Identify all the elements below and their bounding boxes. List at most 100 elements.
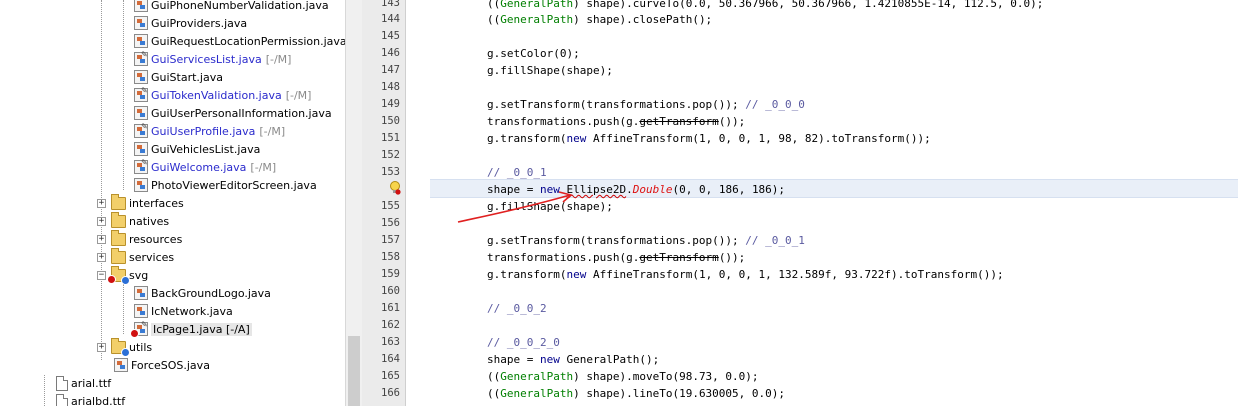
line-number: 163	[381, 336, 400, 348]
tree-item-file[interactable]: PhotoViewerEditorScreen.java	[134, 176, 317, 194]
java-file-modified-icon: ✎	[134, 122, 148, 138]
code-line: g.transform(new AffineTransform(1, 0, 0,…	[487, 268, 1004, 281]
folder-icon	[111, 247, 126, 264]
expand-icon[interactable]: +	[97, 216, 106, 226]
line-number: 165	[381, 370, 400, 382]
tree-item-file-modified[interactable]: ✎ GuiWelcome.java [-/M]	[134, 158, 276, 176]
tree-scrollbar[interactable]	[345, 0, 363, 406]
tree-item-file[interactable]: GuiStart.java	[134, 68, 223, 86]
file-icon	[56, 375, 68, 391]
vcs-status: [-/A]	[225, 322, 250, 336]
tree-item-file-modified[interactable]: ✎ GuiServicesList.java [-/M]	[134, 50, 291, 68]
line-number: 166	[381, 387, 400, 399]
java-file-icon	[134, 178, 148, 192]
tree-item-file[interactable]: GuiProviders.java	[134, 14, 247, 32]
expand-icon[interactable]: +	[97, 234, 106, 244]
folder-icon	[111, 211, 126, 228]
line-number: 150	[381, 115, 400, 127]
java-file-modified-icon: ✎	[134, 86, 148, 102]
code-line: ((GeneralPath) shape).moveTo(98.73, 0.0)…	[487, 370, 759, 383]
annotation-arrow-icon	[457, 191, 573, 223]
expand-icon[interactable]: +	[97, 342, 106, 352]
tree-item-file-selected[interactable]: ✎ IcPage1.java [-/A]	[130, 320, 252, 338]
tree-item-file-modified[interactable]: ✎ GuiTokenValidation.java [-/M]	[134, 86, 311, 104]
vcs-status: [-/M]	[259, 124, 286, 138]
java-file-icon	[134, 304, 148, 318]
java-file-icon	[134, 286, 148, 300]
code-line: g.transform(new AffineTransform(1, 0, 0,…	[487, 132, 931, 145]
tree-guide-line	[123, 284, 124, 334]
code-line: // _0_0_2	[487, 302, 547, 315]
tree-item-resource-file[interactable]: arial.ttf	[56, 374, 111, 392]
line-number: 146	[381, 47, 400, 59]
line-number: 161	[381, 302, 400, 314]
tree-item-file[interactable]: GuiRequestLocationPermission.java	[134, 32, 345, 50]
line-number: 153	[381, 166, 400, 178]
code-line: transformations.push(g.getTransform());	[487, 251, 746, 264]
tree-item-file[interactable]: BackGroundLogo.java	[134, 284, 271, 302]
line-number: 157	[381, 234, 400, 246]
folder-error-icon	[107, 265, 130, 285]
line-number: 159	[381, 268, 400, 280]
code-line: ((GeneralPath) shape).lineTo(19.630005, …	[487, 387, 786, 400]
tree-item-file[interactable]: GuiVehiclesList.java	[134, 140, 260, 158]
java-file-icon	[134, 70, 148, 84]
tree-scrollbar-thumb[interactable]	[348, 336, 360, 406]
java-file-icon	[114, 358, 128, 372]
java-file-icon	[134, 106, 148, 120]
tree-folder-resources[interactable]: + resources	[97, 229, 182, 248]
code-line: shape = new GeneralPath();	[487, 353, 660, 366]
line-number: 152	[381, 149, 400, 161]
vcs-status: [-/M]	[265, 52, 292, 66]
tree-item-file[interactable]: GuiPhoneNumberValidation.java	[134, 0, 329, 14]
code-line: g.setTransform(transformations.pop()); /…	[487, 98, 805, 111]
tree-folder-utils[interactable]: + utils	[97, 337, 152, 357]
error-hint-bulb-icon[interactable]	[389, 181, 401, 195]
java-file-modified-icon: ✎	[134, 158, 148, 174]
line-number: 160	[381, 285, 400, 297]
tree-guide-line	[44, 375, 45, 406]
java-file-icon	[134, 34, 148, 48]
tree-guide-line	[123, 0, 124, 190]
line-number: 144	[381, 13, 400, 25]
java-file-modified-icon: ✎	[134, 50, 148, 66]
line-number: 147	[381, 64, 400, 76]
line-number: 156	[381, 217, 400, 229]
collapse-icon[interactable]: −	[97, 270, 106, 280]
tree-folder-natives[interactable]: + natives	[97, 211, 169, 230]
code-line: g.fillShape(shape);	[487, 64, 613, 77]
tree-item-file[interactable]: GuiUserPersonalInformation.java	[134, 104, 332, 122]
tree-folder-svg[interactable]: − svg	[97, 265, 148, 285]
line-number: 155	[381, 200, 400, 212]
code-line: g.setTransform(transformations.pop()); /…	[487, 234, 805, 247]
tree-item-file[interactable]: IcNetwork.java	[134, 302, 233, 320]
file-icon	[56, 393, 68, 406]
expand-icon[interactable]: +	[97, 198, 106, 208]
tree-item-resource-file[interactable]: arialbd.ttf	[56, 392, 125, 406]
folder-icon	[111, 193, 126, 210]
java-file-icon	[134, 16, 148, 30]
tree-folder-interfaces[interactable]: + interfaces	[97, 193, 184, 212]
line-number: 145	[381, 30, 400, 42]
vcs-status: [-/M]	[250, 160, 277, 174]
project-tree[interactable]: GuiPhoneNumberValidation.java GuiProvide…	[0, 0, 345, 406]
java-file-error-icon: ✎	[130, 320, 148, 338]
line-number: 151	[381, 132, 400, 144]
tree-item-file[interactable]: ForceSOS.java	[114, 356, 210, 374]
vcs-status: [-/M]	[285, 88, 312, 102]
tree-guide-line	[101, 0, 102, 360]
java-file-icon	[134, 142, 148, 156]
line-number: 164	[381, 353, 400, 365]
folder-icon	[111, 337, 130, 357]
code-line: g.setColor(0);	[487, 47, 580, 60]
line-number: 162	[381, 319, 400, 331]
tree-folder-services[interactable]: + services	[97, 247, 174, 266]
line-number: 149	[381, 98, 400, 110]
folder-icon	[111, 229, 126, 246]
code-line: ((GeneralPath) shape).closePath();	[487, 13, 713, 26]
line-number: 148	[381, 81, 400, 93]
code-line: // _0_0_2_0	[487, 336, 560, 349]
tree-item-file-modified[interactable]: ✎ GuiUserProfile.java [-/M]	[134, 122, 285, 140]
expand-icon[interactable]: +	[97, 252, 106, 262]
line-number: 158	[381, 251, 400, 263]
